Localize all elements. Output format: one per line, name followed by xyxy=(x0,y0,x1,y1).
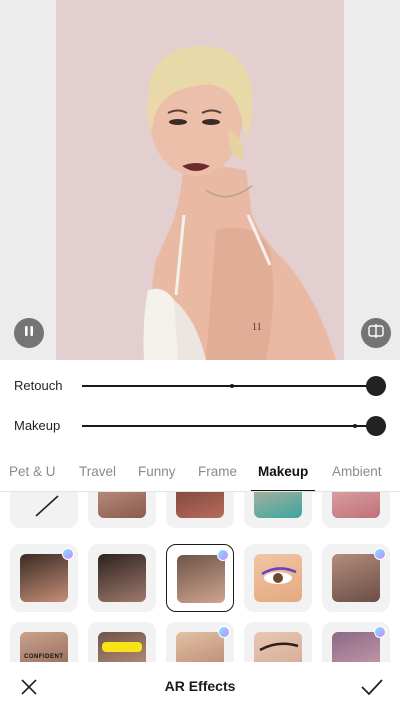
retouch-slider[interactable] xyxy=(82,376,386,396)
pause-button[interactable] xyxy=(14,318,44,348)
none-slash-icon xyxy=(10,495,78,528)
tab-ambient[interactable]: Ambient xyxy=(332,464,382,479)
premium-badge-icon xyxy=(374,548,386,560)
effect-pink-glam[interactable] xyxy=(322,492,390,528)
checkmark-icon xyxy=(358,679,386,704)
natural-look-thumb xyxy=(177,555,225,603)
makeup-slider[interactable] xyxy=(82,416,386,436)
effect-dark-lips[interactable] xyxy=(88,544,156,612)
premium-badge-icon xyxy=(217,549,229,561)
premium-badge-icon xyxy=(374,626,386,638)
eye-makeup-thumb xyxy=(254,492,302,518)
makeup-slider-row: Makeup xyxy=(0,411,400,441)
tab-makeup[interactable]: Makeup xyxy=(258,464,308,479)
pause-icon xyxy=(23,324,35,342)
dark-lips-thumb xyxy=(98,554,146,602)
confident-text: CONFIDENT xyxy=(24,654,64,660)
pink-glam-thumb xyxy=(332,492,380,518)
svg-text:11: 11 xyxy=(252,322,262,333)
effect-purple-liner[interactable] xyxy=(244,544,312,612)
camera-preview: 11 xyxy=(0,0,400,360)
effect-bold-brow[interactable] xyxy=(322,622,390,662)
classic-glam-thumb xyxy=(20,554,68,602)
effect-red-lips[interactable] xyxy=(166,492,234,528)
portrait-photo: 11 xyxy=(56,0,344,360)
winged-liner-thumb xyxy=(254,632,302,662)
soft-glam-thumb xyxy=(176,632,224,662)
makeup-default-marker xyxy=(353,424,358,428)
effect-confident[interactable]: CONFIDENT xyxy=(10,622,78,662)
makeup-label: Makeup xyxy=(14,418,61,433)
confident-text-thumb: CONFIDENT xyxy=(20,632,68,662)
effect-natural-look[interactable] xyxy=(166,544,234,612)
retouch-default-marker xyxy=(229,384,234,388)
premium-badge-icon xyxy=(218,626,230,638)
portrait-illustration: 11 xyxy=(56,0,344,360)
premium-badge-icon xyxy=(62,548,74,560)
glitter-makeup-thumb xyxy=(98,492,146,518)
purple-liner-thumb xyxy=(254,554,302,602)
effect-eye-makeup[interactable] xyxy=(244,492,312,528)
red-lips-thumb xyxy=(176,492,224,518)
tab-pet-and-u[interactable]: Pet & U xyxy=(9,464,56,479)
effect-glitter-makeup[interactable] xyxy=(88,492,156,528)
effect-winged-liner[interactable] xyxy=(244,622,312,662)
effect-yellow-brush[interactable] xyxy=(88,622,156,662)
tab-frame[interactable]: Frame xyxy=(198,464,237,479)
effect-none[interactable] xyxy=(10,492,78,528)
yellow-brush-thumb xyxy=(98,632,146,662)
effect-classic-glam[interactable] xyxy=(10,544,78,612)
compare-icon xyxy=(368,323,384,343)
makeup-effects-grid: CONFIDENT xyxy=(0,492,400,662)
effect-soft-glam[interactable] xyxy=(166,622,234,662)
confirm-button[interactable] xyxy=(358,674,386,700)
effect-category-tabs: Pet & U Travel Funny Frame Makeup Ambien… xyxy=(0,452,400,492)
screen-title: AR Effects xyxy=(164,678,236,694)
face-sticker-thumb xyxy=(332,554,380,602)
retouch-slider-row: Retouch xyxy=(0,371,400,401)
retouch-label: Retouch xyxy=(14,378,63,393)
adjustment-panel: Retouch Makeup xyxy=(0,360,400,452)
bold-brow-thumb xyxy=(332,632,380,662)
retouch-slider-knob[interactable] xyxy=(366,376,386,396)
tab-travel[interactable]: Travel xyxy=(79,464,116,479)
bottom-bar: AR Effects xyxy=(0,662,400,711)
effect-face-sticker[interactable] xyxy=(322,544,390,612)
compare-button[interactable] xyxy=(361,318,391,348)
tab-funny[interactable]: Funny xyxy=(138,464,176,479)
makeup-slider-knob[interactable] xyxy=(366,416,386,436)
